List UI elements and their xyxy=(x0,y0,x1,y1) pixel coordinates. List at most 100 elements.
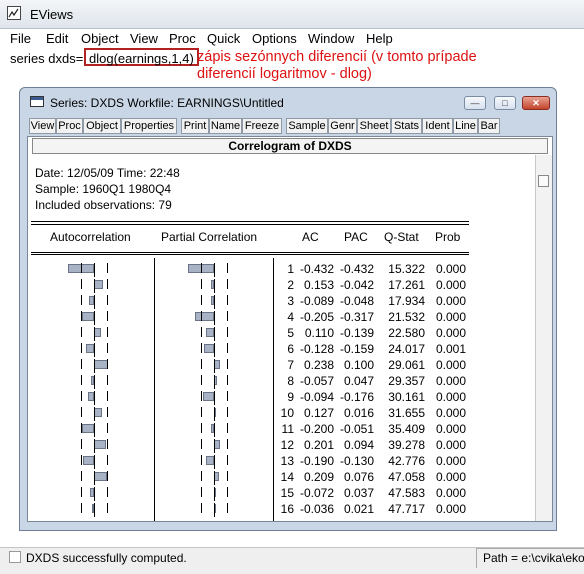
qstat-value: 31.655 xyxy=(388,406,425,420)
pac-band-dash xyxy=(201,407,202,417)
menu-options[interactable]: Options xyxy=(252,31,297,46)
ac-band-dash xyxy=(107,391,108,401)
ac-bar xyxy=(94,408,102,417)
pac-center-line xyxy=(214,423,215,437)
toolbar-view-button[interactable]: View xyxy=(29,118,56,134)
qstat-value: 29.357 xyxy=(388,374,425,388)
ac-value: 0.238 xyxy=(303,358,334,372)
ac-center-line xyxy=(94,295,95,309)
app-titlebar: EViews xyxy=(0,0,584,29)
qstat-value: 17.934 xyxy=(388,294,425,308)
qstat-value: 47.717 xyxy=(388,502,425,516)
series-titlebar[interactable]: Series: DXDS Workfile: EARNINGS\Untitled… xyxy=(20,88,556,114)
pac-value: -0.159 xyxy=(339,342,374,356)
menu-view[interactable]: View xyxy=(130,31,158,46)
ac-center-line xyxy=(94,279,95,293)
ac-band-dash xyxy=(81,439,82,449)
ac-value: 0.110 xyxy=(304,326,334,340)
toolbar-name-button[interactable]: Name xyxy=(209,118,242,134)
ac-band-dash xyxy=(81,327,82,337)
ac-bar xyxy=(82,424,94,433)
column-divider-1 xyxy=(154,258,155,521)
menu-proc[interactable]: Proc xyxy=(169,31,196,46)
pac-center-line xyxy=(214,503,215,517)
lag-value: 16 xyxy=(280,502,294,516)
command-highlight[interactable]: dlog(earnings,1,4) xyxy=(84,48,199,66)
pac-center-line xyxy=(214,279,215,293)
menu-window[interactable]: Window xyxy=(308,31,354,46)
qstat-value: 30.161 xyxy=(388,390,425,404)
command-prefix[interactable]: series dxds= xyxy=(10,51,83,66)
status-handle[interactable] xyxy=(9,551,21,563)
pac-band-dash xyxy=(201,471,202,481)
pac-value: 0.100 xyxy=(343,358,374,372)
qstat-value: 42.776 xyxy=(388,454,425,468)
scrollbar-thumb[interactable] xyxy=(538,175,549,187)
toolbar-sheet-button[interactable]: Sheet xyxy=(357,118,391,134)
ac-band-dash xyxy=(81,471,82,481)
menu-object[interactable]: Object xyxy=(81,31,119,46)
qstat-value: 35.409 xyxy=(388,422,425,436)
command-window[interactable]: series dxds= dlog(earnings,1,4) zápis se… xyxy=(0,47,584,87)
toolbar-proc-button[interactable]: Proc xyxy=(56,118,83,134)
ac-band-dash xyxy=(107,311,108,321)
pac-center-line xyxy=(214,391,215,405)
qstat-value: 47.583 xyxy=(388,486,425,500)
close-button[interactable]: ✕ xyxy=(522,96,550,110)
series-window[interactable]: Series: DXDS Workfile: EARNINGS\Untitled… xyxy=(19,87,557,531)
ac-bar xyxy=(94,440,107,449)
pac-band-dash xyxy=(227,487,228,497)
ac-value: -0.057 xyxy=(299,374,334,388)
toolbar-line-button[interactable]: Line xyxy=(453,118,478,134)
prob-value: 0.000 xyxy=(435,454,466,468)
pac-band-dash xyxy=(201,439,202,449)
qstat-value: 17.261 xyxy=(388,278,425,292)
toolbar-bar-button[interactable]: Bar xyxy=(478,118,500,134)
ac-center-line xyxy=(94,471,95,485)
qstat-value: 15.322 xyxy=(388,262,425,276)
toolbar-genr-button[interactable]: Genr xyxy=(328,118,357,134)
minimize-button[interactable]: — xyxy=(464,96,486,110)
pac-band-dash xyxy=(201,295,202,305)
toolbar-print-button[interactable]: Print xyxy=(181,118,209,134)
qstat-value: 21.532 xyxy=(388,310,425,324)
ac-center-line xyxy=(94,439,95,453)
correlogram-view[interactable]: Correlogram of DXDS Date: 12/05/09 Time:… xyxy=(27,136,553,522)
lag-value: 2 xyxy=(287,278,294,292)
pac-band-dash xyxy=(201,311,202,321)
app-title: EViews xyxy=(30,7,74,22)
pac-band-dash xyxy=(227,311,228,321)
ac-band-dash xyxy=(81,423,82,433)
toolbar-properties-button[interactable]: Properties xyxy=(121,118,177,134)
ac-value: -0.094 xyxy=(299,390,334,404)
ac-center-line xyxy=(94,423,95,437)
pac-value: 0.016 xyxy=(343,406,374,420)
column-divider-2 xyxy=(273,258,274,521)
menu-file[interactable]: File xyxy=(10,31,31,46)
ac-center-line xyxy=(94,311,95,325)
ac-value: 0.201 xyxy=(303,438,334,452)
pac-center-line xyxy=(214,407,215,421)
lag-value: 3 xyxy=(287,294,294,308)
pac-center-line xyxy=(214,327,215,341)
toolbar-ident-button[interactable]: Ident xyxy=(422,118,453,134)
pac-center-line xyxy=(214,359,215,373)
series-window-title: Series: DXDS Workfile: EARNINGS\Untitled xyxy=(50,96,284,110)
pac-value: 0.047 xyxy=(343,374,374,388)
annotation-text: zápis sezónnych diferencií (v tomto príp… xyxy=(197,49,477,83)
toolbar-stats-button[interactable]: Stats xyxy=(391,118,422,134)
prob-value: 0.000 xyxy=(435,294,466,308)
toolbar-sample-button[interactable]: Sample xyxy=(286,118,328,134)
ac-band-dash xyxy=(107,279,108,289)
menu-help[interactable]: Help xyxy=(366,31,393,46)
pac-band-dash xyxy=(201,343,202,353)
pac-band-dash xyxy=(201,375,202,385)
menu-edit[interactable]: Edit xyxy=(46,31,68,46)
maximize-button[interactable]: □ xyxy=(494,96,516,110)
toolbar-freeze-button[interactable]: Freeze xyxy=(242,118,282,134)
prob-value: 0.000 xyxy=(435,310,466,324)
menu-quick[interactable]: Quick xyxy=(207,31,240,46)
toolbar-object-button[interactable]: Object xyxy=(83,118,121,134)
prob-value: 0.000 xyxy=(435,326,466,340)
lag-value: 14 xyxy=(280,470,294,484)
